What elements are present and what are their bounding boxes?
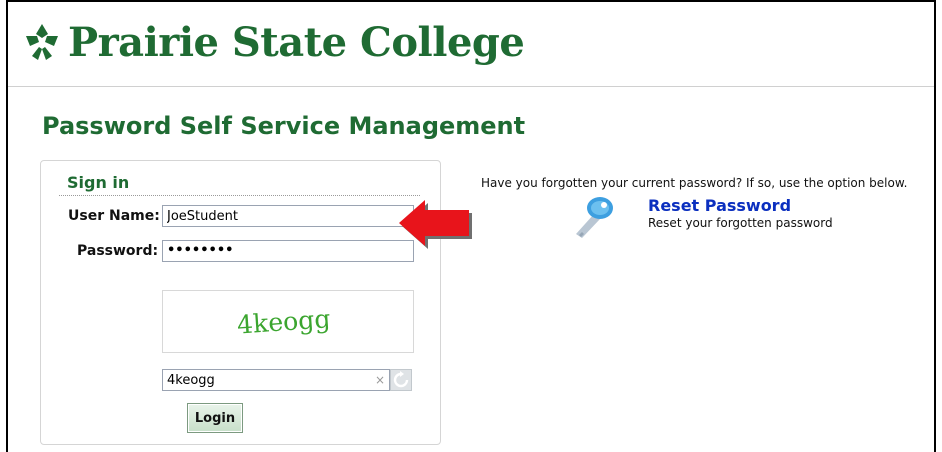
clear-icon[interactable]: × — [375, 372, 385, 388]
arrow-left-icon — [399, 200, 472, 249]
prairie-state-logo-icon — [26, 24, 58, 60]
captcha-input[interactable] — [162, 369, 390, 391]
signin-panel: Sign in User Name: Password: •••••••• 4k… — [40, 160, 441, 445]
reset-description: Reset your forgotten password — [648, 216, 833, 230]
captcha-image: 4keogg — [162, 290, 414, 353]
password-label: Password: — [77, 243, 159, 259]
username-input[interactable] — [162, 205, 414, 227]
captcha-field: × — [162, 369, 414, 391]
captcha-text: 4keogg — [236, 304, 331, 339]
reset-prompt: Have you forgotten your current password… — [481, 176, 908, 190]
username-label: User Name: — [68, 208, 160, 224]
reset-password-link[interactable]: Reset Password — [648, 196, 791, 215]
site-header: Prairie State College — [22, 10, 525, 74]
login-button[interactable]: Login — [187, 403, 243, 433]
key-icon[interactable] — [568, 194, 616, 240]
password-input[interactable]: •••••••• — [162, 240, 414, 262]
header-divider — [8, 86, 934, 87]
refresh-icon[interactable] — [390, 369, 412, 391]
page-title: Password Self Service Management — [42, 112, 526, 140]
college-name: Prairie State College — [68, 18, 525, 66]
signin-title: Sign in — [67, 173, 130, 192]
captcha-graphic: 4keogg — [236, 304, 331, 339]
signin-divider — [59, 195, 420, 196]
